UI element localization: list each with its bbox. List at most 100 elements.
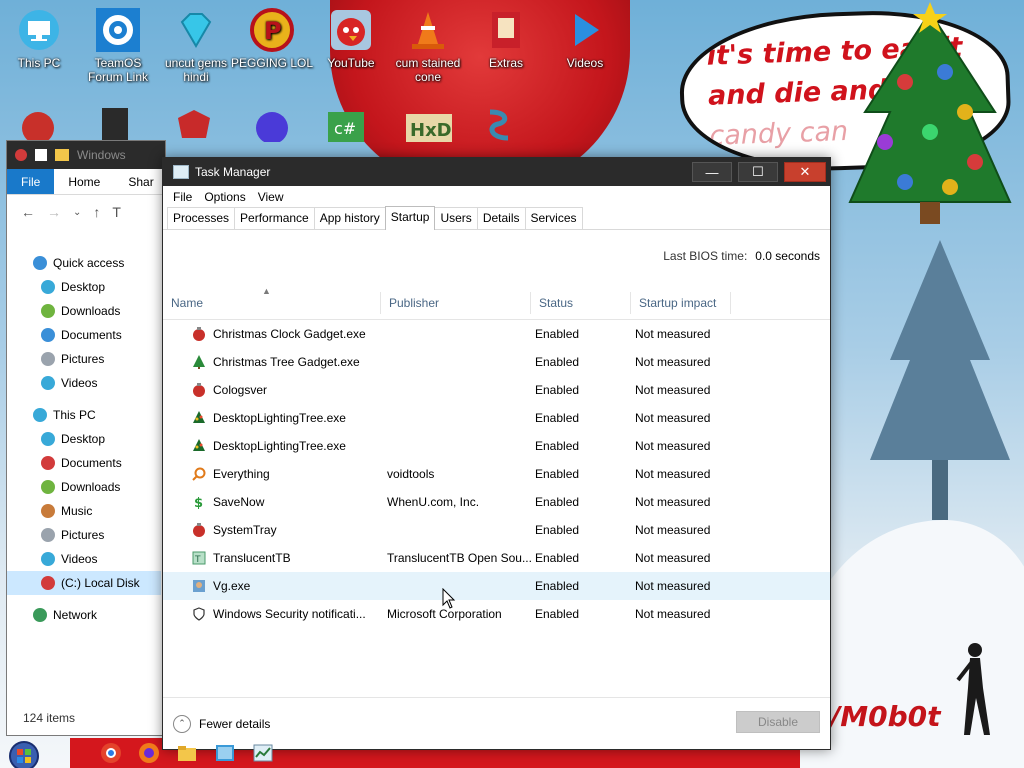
forward-arrow-icon[interactable]: → [47,204,61,220]
table-row[interactable]: Christmas Tree Gadget.exe Enabled Not meas… [163,348,830,376]
nav-item-downloads[interactable]: Downloads [7,299,161,323]
status-cell: Enabled [535,327,580,341]
menu-file[interactable]: File [167,188,198,206]
table-row[interactable]: Cologsver Enabled Not measured [163,376,830,404]
nav-item-desktop[interactable]: Desktop [7,427,161,451]
explorer-tab-home[interactable]: Home [54,169,114,194]
hxd-desktop-icon[interactable]: HxD [404,108,454,142]
task-manager-window[interactable]: Task Manager — ☐ ✕ File Options View Pro… [162,157,831,750]
window-title: Task Manager [195,165,271,179]
nav-item-this-pc[interactable]: This PC [7,403,161,427]
menu-options[interactable]: Options [198,188,251,206]
translucenttb-icon: T [191,550,207,566]
disable-button[interactable]: Disable [736,711,820,733]
minimize-button[interactable]: — [692,162,732,182]
desktop-icon-cone[interactable]: cum stained cone [386,8,470,84]
csharp-desktop-icon[interactable]: c# [326,108,366,142]
ornament-desktop-icon[interactable] [18,108,58,142]
up-arrow-icon[interactable]: ↑ [93,204,100,220]
ornament-icon [191,326,207,342]
column-startup-impact[interactable]: Startup impact [631,292,731,314]
table-row[interactable]: Windows Security notificati... Microsoft … [163,600,830,628]
nav-item-music[interactable]: Music [7,499,161,523]
nav-item-videos[interactable]: Videos [7,371,161,395]
recent-chevron-icon[interactable]: ⌄ [73,207,81,218]
nav-item-icon [41,504,55,518]
back-arrow-icon[interactable]: ← [21,204,35,220]
nav-item-quick-access[interactable]: Quick access [7,251,161,275]
lighting-tree-icon [191,410,207,426]
file-explorer-window[interactable]: Windows File Home Shar ← → ⌄ ↑ T Quick a… [6,140,166,736]
desktop-icon-teamos[interactable]: TeamOS Forum Link [76,8,160,84]
table-row[interactable]: DesktopLightingTree.exe Enabled Not measur… [163,404,830,432]
file-explorer-taskbar-icon[interactable] [176,742,198,764]
tab-performance[interactable]: Performance [234,207,315,229]
nav-item-documents[interactable]: Documents [7,323,161,347]
publisher-cell: Microsoft Corporation [387,607,502,621]
explorer-address-bar: ← → ⌄ ↑ T [7,195,165,229]
tab-details[interactable]: Details [476,207,526,229]
start-orb-icon[interactable] [6,738,42,768]
desktop-icon-youtube[interactable]: YouTube [309,8,393,70]
task-manager-taskbar-icon[interactable] [252,742,274,764]
tab-app-history[interactable]: App history [313,207,386,229]
column-status[interactable]: Status [531,292,631,314]
menu-view[interactable]: View [252,188,290,206]
chrome-icon[interactable] [100,742,122,764]
address-field[interactable]: T [112,204,121,220]
table-row[interactable]: Everything voidtools Enabled Not measured [163,460,830,488]
explorer-tab-file[interactable]: File [7,169,55,194]
nav-item-c-local-disk[interactable]: (C:) Local Disk [7,571,161,595]
diamond-icon [180,13,212,48]
explorer-properties-icon[interactable] [35,149,47,161]
table-row[interactable]: Christmas Clock Gadget.exe Enabled Not mea… [163,320,830,348]
nav-item-pictures[interactable]: Pictures [7,523,161,547]
table-row[interactable]: SystemTray Enabled Not measured [163,516,830,544]
nav-item-videos[interactable]: Videos [7,547,161,571]
column-name[interactable]: Name [163,292,381,314]
desktop-icon-uncut-gems[interactable]: uncut gems hindi [154,8,238,84]
orb-desktop-icon[interactable] [252,108,292,142]
name-cell: Everything [163,466,381,482]
maximize-button[interactable]: ☐ [738,162,778,182]
impact-cell: Not measured [635,523,711,537]
impact-cell: Not measured [635,551,711,565]
table-row[interactable]: Vg.exe Enabled Not measured [163,572,830,600]
firefox-icon[interactable] [138,742,160,764]
explorer-titlebar[interactable]: Windows [7,141,165,169]
desktop-icon-extras[interactable]: Extras [464,8,548,70]
table-row[interactable]: DesktopLightingTree.exe Enabled Not measur… [163,432,830,460]
nav-item-pictures[interactable]: Pictures [7,347,161,371]
nav-item-desktop[interactable]: Desktop [7,275,161,299]
script-desktop-icon[interactable] [484,108,514,142]
shield-app-desktop-icon[interactable] [174,108,214,142]
tab-services[interactable]: Services [524,207,583,229]
nav-item-network[interactable]: Network [7,603,161,627]
nav-item-documents[interactable]: Documents [7,451,161,475]
impact-cell: Not measured [635,383,711,397]
app-name: Vg.exe [213,579,251,593]
desktop-icon-pegging[interactable]: P PEGGING LOL [230,8,314,70]
task-manager-titlebar[interactable]: Task Manager — ☐ ✕ [163,158,830,186]
dark-app-desktop-icon[interactable] [100,108,130,142]
nav-item-downloads[interactable]: Downloads [7,475,161,499]
explorer-folder-icon[interactable] [55,149,69,161]
minimize-icon: — [705,164,719,180]
name-cell: Vg.exe [163,578,381,594]
column-publisher[interactable]: Publisher [381,292,531,314]
fewer-details-button[interactable]: ⌃ Fewer details [173,714,271,733]
desktop-icon-videos[interactable]: Videos [543,8,627,70]
angry-bird-icon [331,10,371,50]
close-button[interactable]: ✕ [784,162,826,182]
photos-taskbar-icon[interactable] [214,742,236,764]
table-row[interactable]: $ SaveNow WhenU.com, Inc. Enabled Not measur… [163,488,830,516]
ornament-icon [191,522,207,538]
tab-users[interactable]: Users [434,207,478,229]
table-row[interactable]: T TranslucentTB TranslucentTB Open Sou... E… [163,544,830,572]
christmas-tree-icon [848,2,1012,224]
tab-processes[interactable]: Processes [167,207,236,229]
desktop-icon-this-pc[interactable]: This PC [0,8,81,70]
explorer-tab-share[interactable]: Shar [114,169,167,194]
tab-startup[interactable]: Startup [384,206,436,230]
fewer-details-label: Fewer details [199,716,271,731]
